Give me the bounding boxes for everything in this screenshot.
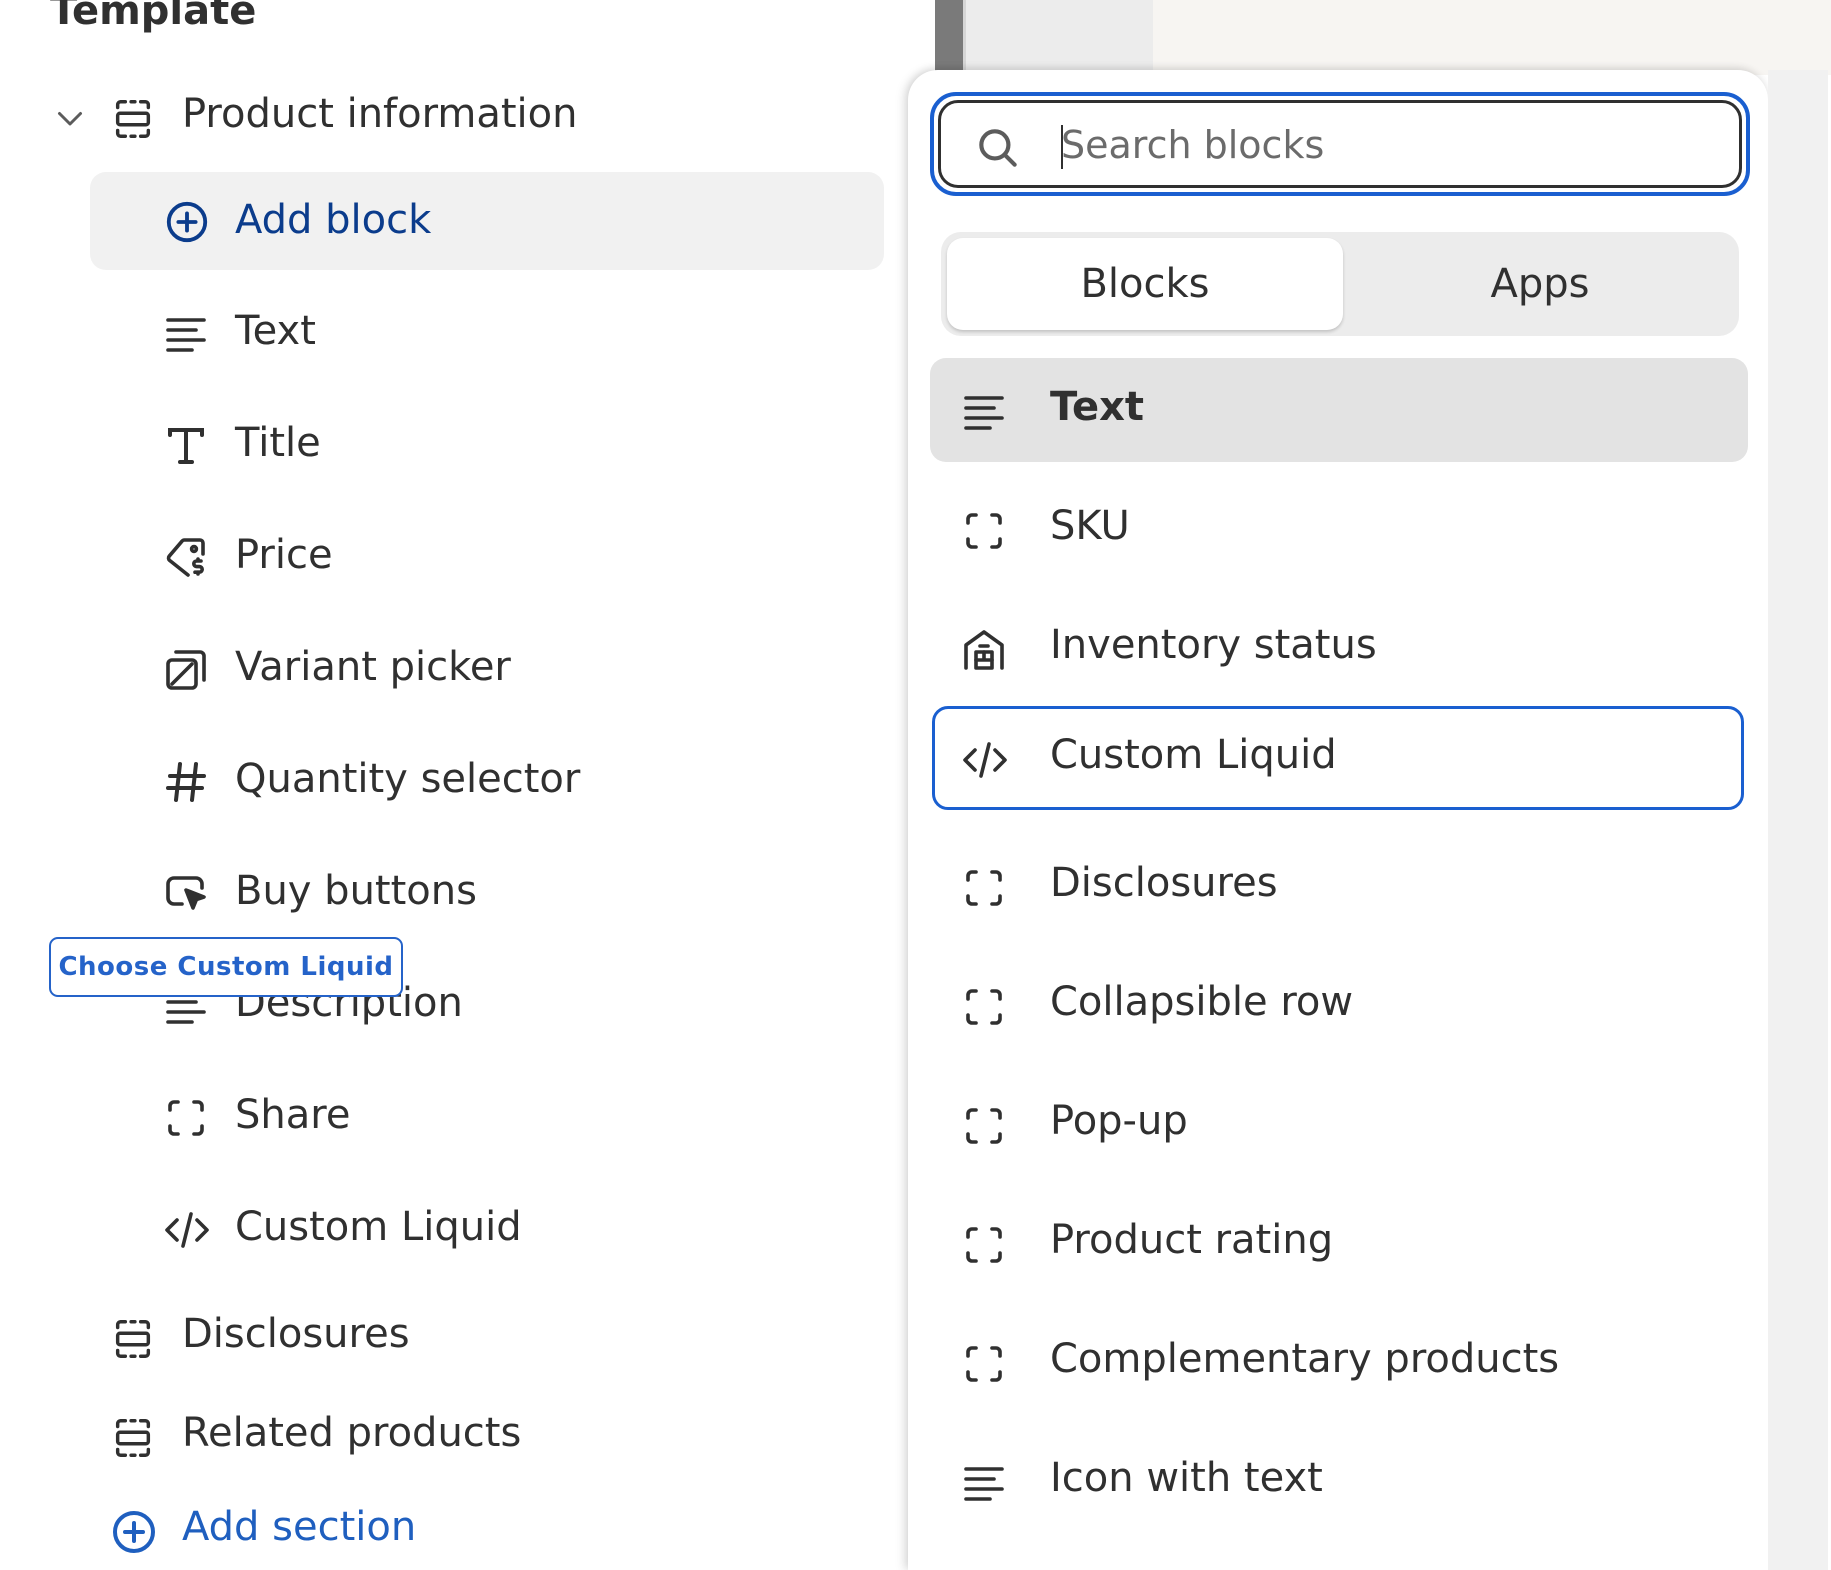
text-lines-icon xyxy=(960,388,1008,436)
dashed-square-icon xyxy=(960,1102,1008,1150)
dashed-square-icon xyxy=(960,1221,1008,1269)
section-label: Product information xyxy=(182,91,578,137)
popover-item-custom-liquid[interactable]: Custom Liquid xyxy=(932,706,1744,810)
section-disclosures[interactable]: Disclosures xyxy=(0,1294,935,1378)
item-label: Custom Liquid xyxy=(1050,732,1337,778)
block-share[interactable]: Share xyxy=(90,1068,884,1164)
dashed-square-icon xyxy=(960,983,1008,1031)
search-input[interactable] xyxy=(1059,111,1703,179)
chevron-down-icon[interactable] xyxy=(52,100,88,136)
section-label: Related products xyxy=(182,1410,522,1456)
block-title[interactable]: Title xyxy=(90,396,884,492)
item-label: Disclosures xyxy=(1050,860,1278,906)
code-icon xyxy=(162,1206,212,1254)
price-tag-icon xyxy=(162,534,210,582)
search-field[interactable] xyxy=(938,100,1742,188)
add-block-popover: Blocks Apps Text SKU Inventory status Cu… xyxy=(908,70,1828,1570)
dashed-square-icon xyxy=(960,1340,1008,1388)
warehouse-icon xyxy=(960,626,1008,674)
preview-canvas xyxy=(1153,0,1831,75)
template-sidebar: Template Product information Add block T… xyxy=(0,0,935,1553)
item-label: Icon with text xyxy=(1050,1455,1323,1501)
block-text[interactable]: Text xyxy=(90,284,884,380)
title-t-icon xyxy=(162,422,210,470)
block-quantity-selector[interactable]: Quantity selector xyxy=(90,732,884,828)
tab-blocks[interactable]: Blocks xyxy=(947,238,1343,330)
text-lines-icon xyxy=(960,1459,1008,1507)
section-icon xyxy=(110,1316,156,1362)
popover-item-sku[interactable]: SKU xyxy=(930,477,1748,581)
block-custom-liquid[interactable]: Custom Liquid xyxy=(90,1180,884,1276)
preview-frame xyxy=(963,0,1153,75)
search-focus-ring xyxy=(930,92,1750,196)
block-label: Text xyxy=(235,308,316,354)
popover-item-collapsible-row[interactable]: Collapsible row xyxy=(930,953,1748,1057)
search-icon xyxy=(973,123,1023,173)
block-label: Price xyxy=(235,532,333,578)
text-caret xyxy=(1061,125,1063,169)
item-label: Text xyxy=(1050,384,1145,430)
popover-item-inventory-status[interactable]: Inventory status xyxy=(930,596,1748,700)
tooltip: Choose Custom Liquid xyxy=(49,937,403,997)
item-label: Product rating xyxy=(1050,1217,1334,1263)
add-block-label: Add block xyxy=(235,197,432,243)
add-block-button[interactable]: Add block xyxy=(90,172,884,270)
item-label: Pop-up xyxy=(1050,1098,1188,1144)
text-lines-icon xyxy=(162,310,210,358)
dashed-square-icon xyxy=(162,1094,210,1142)
item-label: SKU xyxy=(1050,503,1130,549)
block-variant-picker[interactable]: Variant picker xyxy=(90,620,884,716)
popover-edge xyxy=(1768,70,1828,1570)
section-icon xyxy=(110,96,156,142)
popover-item-text[interactable]: Text xyxy=(930,358,1748,462)
item-label: Complementary products xyxy=(1050,1336,1560,1382)
block-label: Share xyxy=(235,1092,351,1138)
section-label: Disclosures xyxy=(182,1311,410,1357)
popover-item-product-rating[interactable]: Product rating xyxy=(930,1191,1748,1295)
tab-bar: Blocks Apps xyxy=(941,232,1739,336)
cursor-click-icon xyxy=(162,870,210,918)
item-label: Inventory status xyxy=(1050,622,1377,668)
section-icon xyxy=(110,1415,156,1461)
dashed-square-icon xyxy=(960,507,1008,555)
preview-scrollbar xyxy=(935,0,963,75)
popover-item-complementary-products[interactable]: Complementary products xyxy=(930,1310,1748,1414)
tab-apps[interactable]: Apps xyxy=(1345,238,1735,330)
popover-item-icon-with-text[interactable]: Icon with text xyxy=(930,1429,1748,1533)
block-label: Title xyxy=(235,420,321,466)
section-related-products[interactable]: Related products xyxy=(0,1393,935,1477)
block-label: Buy buttons xyxy=(235,868,477,914)
code-icon xyxy=(960,736,1010,784)
block-label: Custom Liquid xyxy=(235,1204,522,1250)
template-heading: Template xyxy=(50,0,257,34)
plus-circle-icon xyxy=(164,199,210,245)
block-label: Quantity selector xyxy=(235,756,581,802)
popover-item-disclosures[interactable]: Disclosures xyxy=(930,834,1748,938)
dashed-square-icon xyxy=(960,864,1008,912)
block-label: Variant picker xyxy=(235,644,511,690)
block-price[interactable]: Price xyxy=(90,508,884,604)
item-label: Collapsible row xyxy=(1050,979,1354,1025)
popover-item-pop-up[interactable]: Pop-up xyxy=(930,1072,1748,1176)
hash-icon xyxy=(162,758,210,806)
section-product-information[interactable]: Product information xyxy=(0,74,935,158)
block-buy-buttons[interactable]: Buy buttons xyxy=(90,844,884,940)
add-section-label: Add section xyxy=(182,1504,417,1550)
plus-circle-icon xyxy=(110,1508,158,1556)
variant-picker-icon xyxy=(162,646,210,694)
